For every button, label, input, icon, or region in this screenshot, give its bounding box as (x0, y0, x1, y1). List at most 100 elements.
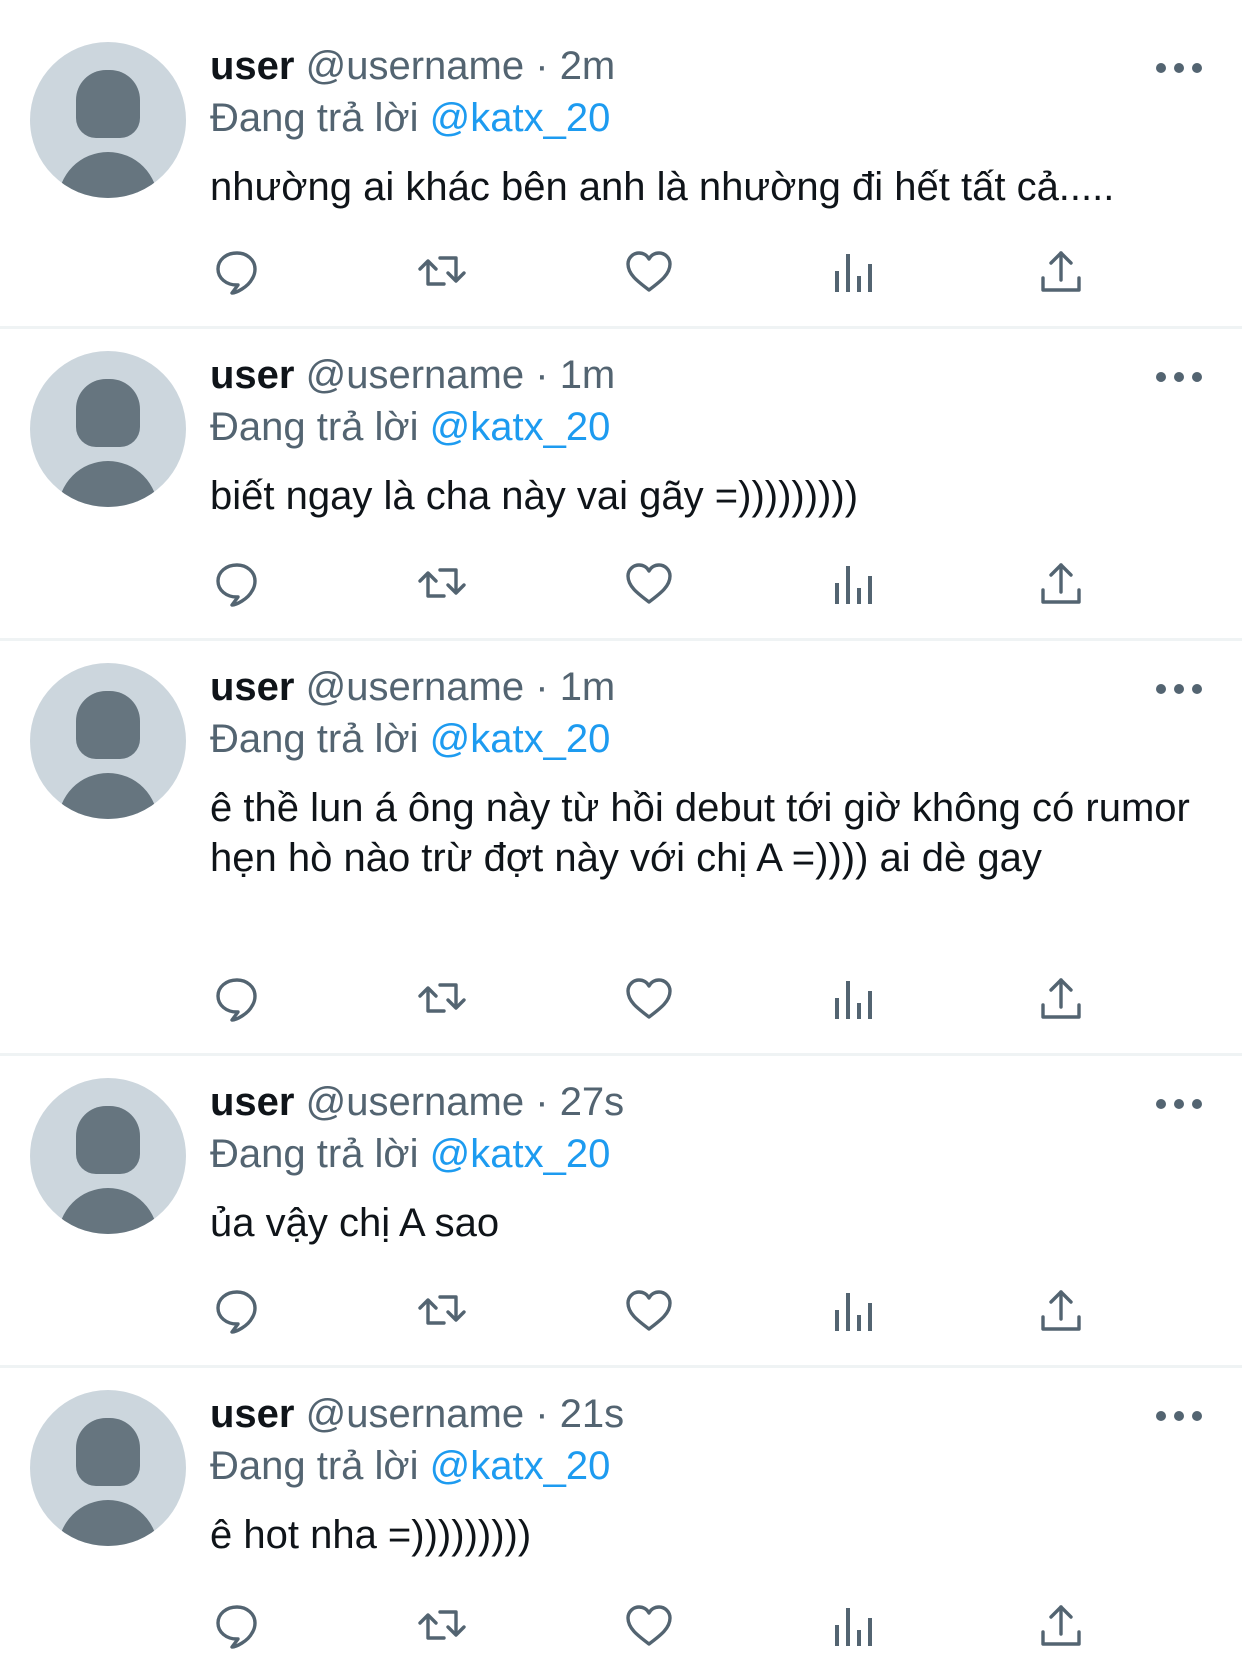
share-button[interactable] (1034, 244, 1088, 298)
timestamp[interactable]: 27s (560, 1080, 625, 1124)
timestamp[interactable]: 1m (560, 353, 616, 397)
tweet[interactable]: user @username · 1m Đang trả lời @katx_2… (0, 641, 1242, 1056)
handle[interactable]: @username (306, 353, 524, 397)
like-button[interactable] (622, 1598, 676, 1652)
like-button[interactable] (622, 1283, 676, 1337)
replying-to: Đang trả lời @katx_20 (210, 92, 1202, 144)
avatar[interactable] (30, 663, 186, 819)
reply-prefix: Đang trả lời (210, 96, 419, 140)
avatar-body-shape (58, 152, 158, 198)
display-name[interactable]: user (210, 1080, 295, 1124)
speech-bubble-icon (216, 1290, 257, 1334)
bar-chart-icon (835, 1608, 872, 1646)
retweet-button[interactable] (415, 971, 469, 1025)
reply-button[interactable] (210, 244, 264, 298)
tweet-text: ê thề lun á ông này từ hồi debut tới giờ… (210, 786, 1201, 880)
retweet-arrows-icon (418, 1295, 466, 1325)
retweet-button[interactable] (415, 1598, 469, 1652)
reply-mention-link[interactable]: @katx_20 (430, 717, 611, 761)
action-bar (210, 244, 1090, 298)
replying-to: Đang trả lời @katx_20 (210, 1128, 1202, 1180)
views-button[interactable] (828, 1598, 882, 1652)
share-upload-icon (1041, 978, 1081, 1019)
reply-prefix: Đang trả lời (210, 405, 419, 449)
display-name[interactable]: user (210, 1392, 295, 1436)
reply-mention-link[interactable]: @katx_20 (430, 1132, 611, 1176)
avatar-head-shape (76, 1418, 140, 1486)
replying-to: Đang trả lời @katx_20 (210, 1440, 1202, 1492)
reply-mention-link[interactable]: @katx_20 (430, 405, 611, 449)
timestamp[interactable]: 1m (560, 665, 616, 709)
avatar-body-shape (58, 773, 158, 819)
bar-chart-icon (835, 1293, 872, 1331)
tweet-text: biết ngay là cha này vai gãy =))))))))) (210, 474, 859, 518)
tweet-header: user @username · 21s (210, 1388, 1202, 1440)
share-button[interactable] (1034, 1598, 1088, 1652)
reply-button[interactable] (210, 556, 264, 610)
handle[interactable]: @username (306, 1080, 524, 1124)
avatar-body-shape (58, 461, 158, 507)
speech-bubble-icon (216, 251, 257, 295)
replying-to: Đang trả lời @katx_20 (210, 713, 1202, 765)
heart-icon (626, 1605, 672, 1646)
action-bar (210, 971, 1090, 1025)
reply-mention-link[interactable]: @katx_20 (430, 96, 611, 140)
display-name[interactable]: user (210, 44, 295, 88)
heart-icon (626, 978, 672, 1019)
avatar[interactable] (30, 1390, 186, 1546)
share-button[interactable] (1034, 556, 1088, 610)
avatar-body-shape (58, 1188, 158, 1234)
reply-feed: user @username · 2m Đang trả lời @katx_2… (0, 0, 1242, 1666)
handle[interactable]: @username (306, 44, 524, 88)
retweet-button[interactable] (415, 556, 469, 610)
share-button[interactable] (1034, 971, 1088, 1025)
action-bar (210, 1598, 1090, 1652)
retweet-button[interactable] (415, 1283, 469, 1337)
like-button[interactable] (622, 244, 676, 298)
tweet[interactable]: user @username · 1m Đang trả lời @katx_2… (0, 329, 1242, 641)
timestamp[interactable]: 2m (560, 44, 616, 88)
tweet-content: user @username · 1m Đang trả lời @katx_2… (210, 349, 1202, 521)
views-button[interactable] (828, 971, 882, 1025)
reply-button[interactable] (210, 1283, 264, 1337)
speech-bubble-icon (216, 563, 257, 607)
avatar[interactable] (30, 1078, 186, 1234)
heart-icon (626, 1290, 672, 1331)
display-name[interactable]: user (210, 353, 295, 397)
handle[interactable]: @username (306, 1392, 524, 1436)
views-button[interactable] (828, 556, 882, 610)
avatar[interactable] (30, 351, 186, 507)
reply-button[interactable] (210, 1598, 264, 1652)
display-name[interactable]: user (210, 665, 295, 709)
retweet-button[interactable] (415, 244, 469, 298)
bar-chart-icon (835, 254, 872, 292)
retweet-arrows-icon (418, 568, 466, 598)
action-bar (210, 1283, 1090, 1337)
retweet-arrows-icon (418, 1610, 466, 1640)
share-upload-icon (1041, 251, 1081, 292)
timestamp[interactable]: 21s (560, 1392, 625, 1436)
tweet[interactable]: user @username · 2m Đang trả lời @katx_2… (0, 0, 1242, 329)
retweet-arrows-icon (418, 983, 466, 1013)
share-button[interactable] (1034, 1283, 1088, 1337)
handle[interactable]: @username (306, 665, 524, 709)
views-button[interactable] (828, 244, 882, 298)
like-button[interactable] (622, 556, 676, 610)
tweet-text: ê hot nha =))))))))) (210, 1513, 532, 1557)
retweet-arrows-icon (418, 256, 466, 286)
heart-icon (626, 251, 672, 292)
tweet[interactable]: user @username · 21s Đang trả lời @katx_… (0, 1368, 1242, 1666)
separator: · (535, 1392, 549, 1436)
share-upload-icon (1041, 1605, 1081, 1646)
avatar[interactable] (30, 42, 186, 198)
avatar-head-shape (76, 70, 140, 138)
reply-mention-link[interactable]: @katx_20 (430, 1444, 611, 1488)
views-button[interactable] (828, 1283, 882, 1337)
tweet-text: nhường ai khác bên anh là nhường đi hết … (210, 165, 1115, 209)
reply-button[interactable] (210, 971, 264, 1025)
like-button[interactable] (622, 971, 676, 1025)
heart-icon (626, 563, 672, 604)
tweet[interactable]: user @username · 27s Đang trả lời @katx_… (0, 1056, 1242, 1368)
tweet-content: user @username · 1m Đang trả lời @katx_2… (210, 661, 1202, 883)
speech-bubble-icon (216, 1605, 257, 1649)
